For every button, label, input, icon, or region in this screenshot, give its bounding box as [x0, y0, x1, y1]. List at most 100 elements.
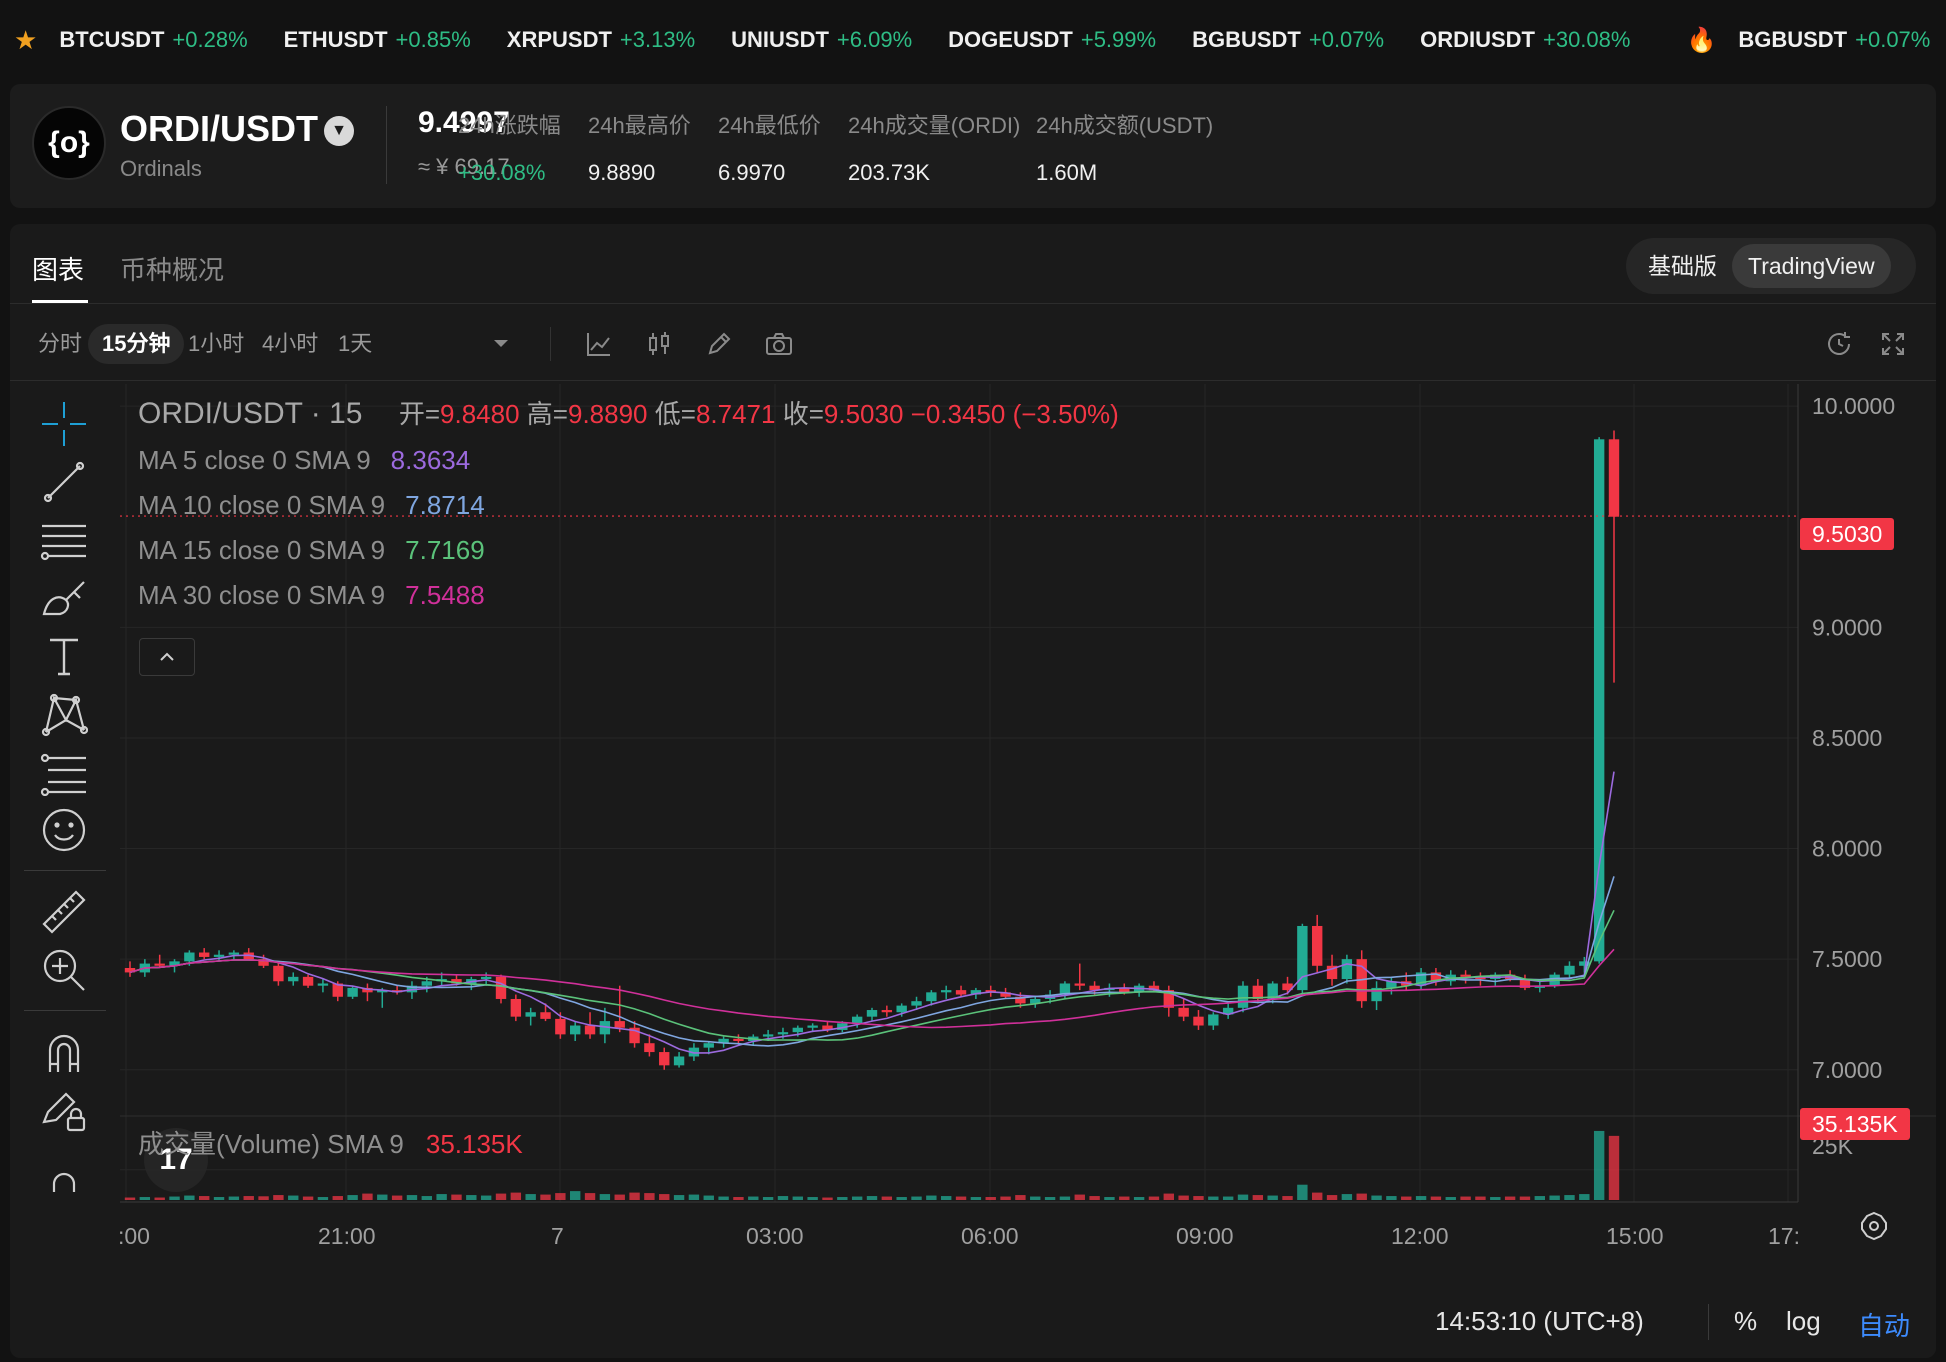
ma-legend-row[interactable]: MA 30 close 0 SMA 9 7.5488: [138, 580, 1119, 611]
more-tools-icon[interactable]: [38, 1142, 90, 1194]
bottom-divider: [1708, 1304, 1709, 1340]
lock-drawing-icon[interactable]: [38, 1084, 90, 1136]
volume-bar: [955, 1196, 967, 1200]
tab-overview[interactable]: 币种概况: [120, 250, 224, 287]
ma-legend-row[interactable]: MA 15 close 0 SMA 9 7.7169: [138, 535, 1119, 566]
ma-label: MA 30 close 0 SMA 9: [138, 580, 386, 610]
fib-tool-icon[interactable]: [38, 746, 90, 798]
candle-body: [1341, 959, 1353, 980]
volume-bar: [881, 1196, 893, 1200]
collapse-legend-button[interactable]: [139, 638, 195, 676]
fire-icon: 🔥: [1686, 26, 1717, 54]
price-tick-label: 8.0000: [1812, 836, 1882, 862]
timeframe-1[interactable]: 15分钟: [88, 324, 185, 364]
volume-bar: [495, 1193, 507, 1200]
last-price-label: 9.5030: [1800, 518, 1895, 550]
chart-clock[interactable]: 14:53:10 (UTC+8): [1435, 1306, 1644, 1337]
volume-bar: [510, 1192, 522, 1200]
pencil-icon[interactable]: [702, 327, 736, 361]
timeframe-2[interactable]: 1小时: [174, 324, 258, 364]
tradingview-button[interactable]: TradingView: [1732, 244, 1891, 288]
panel-tabs: 图表 币种概况 基础版 TradingView: [10, 224, 1936, 304]
chevron-down-icon[interactable]: ▼: [324, 116, 354, 146]
volume-legend: 成交量(Volume) SMA 9 35.135K: [138, 1124, 523, 1161]
ticker-item-ethusdt[interactable]: ETHUSDT +0.85%: [284, 27, 471, 53]
zoom-in-icon[interactable]: [38, 944, 90, 996]
volume-bar: [1089, 1196, 1100, 1200]
legend-close: 9.5030: [823, 399, 904, 429]
camera-icon[interactable]: [762, 327, 796, 361]
candle-body: [317, 983, 329, 986]
tab-chart[interactable]: 图表: [32, 250, 84, 287]
price-tick-label: 9.0000: [1812, 614, 1882, 640]
candle-body: [184, 952, 195, 962]
ma-legend-row[interactable]: MA 5 close 0 SMA 9 8.3634: [138, 445, 1119, 476]
candle-body: [584, 1025, 596, 1035]
volume-bar: [1549, 1195, 1560, 1200]
candle-body: [347, 987, 358, 997]
price-tick-label: 7.0000: [1812, 1057, 1882, 1083]
time-tick-label: 7: [551, 1223, 564, 1249]
candlestick-type-icon[interactable]: [642, 327, 676, 361]
fullscreen-icon[interactable]: [1876, 327, 1910, 361]
history-icon[interactable]: [1822, 327, 1856, 361]
time-tick-label: 21:00: [318, 1223, 376, 1249]
ticker-item-ordiusdt[interactable]: ORDIUSDT +30.08%: [1420, 27, 1630, 53]
volume-bar: [1534, 1196, 1545, 1200]
ticker-item-uniusdt[interactable]: UNIUSDT +6.09%: [731, 27, 912, 53]
brush-icon[interactable]: [38, 572, 90, 624]
log-scale-toggle[interactable]: log: [1786, 1306, 1821, 1337]
emoji-icon[interactable]: [38, 804, 90, 856]
volume-bar: [1222, 1196, 1234, 1200]
stat-4: 24h成交额(USDT) 1.60M: [1036, 108, 1213, 186]
stat-1: 24h最高价 9.8890: [588, 108, 691, 186]
volume-bar: [926, 1195, 937, 1200]
volume-bar: [228, 1196, 240, 1200]
horizontal-lines-icon[interactable]: [38, 514, 90, 566]
time-tick-label: 12:00: [1391, 1223, 1449, 1249]
ticker-item-hot[interactable]: BGBUSDT +0.07%: [1738, 27, 1930, 53]
percent-scale-toggle[interactable]: %: [1734, 1306, 1757, 1337]
chart-panel: 图表 币种概况 基础版 TradingView 分时 15分钟 1小时 4小时 1天: [10, 224, 1936, 1358]
pattern-tool-icon[interactable]: [38, 688, 90, 740]
candle-body: [555, 1018, 566, 1035]
timeframe-4[interactable]: 1天: [324, 324, 386, 364]
ticker-item-btcusdt[interactable]: BTCUSDT +0.28%: [59, 27, 247, 53]
pair-title[interactable]: ORDI/USDT: [120, 108, 318, 150]
timeframe-3[interactable]: 4小时: [248, 324, 332, 364]
ma-legend-row[interactable]: MA 10 close 0 SMA 9 7.8714: [138, 490, 1119, 521]
volume-bar: [792, 1196, 803, 1200]
legend-low: 8.7471: [695, 399, 776, 429]
volume-bar: [377, 1194, 388, 1200]
volume-bar: [273, 1195, 284, 1200]
trend-line-icon[interactable]: [38, 456, 90, 508]
volume-bar: [896, 1197, 907, 1200]
volume-bar: [1104, 1197, 1115, 1200]
ticker-item-xrpusdt[interactable]: XRPUSDT +3.13%: [507, 27, 695, 53]
magnet-icon[interactable]: [38, 1026, 90, 1078]
ruler-icon[interactable]: [38, 886, 90, 938]
ticker-item-bgbusdt[interactable]: BGBUSDT +0.07%: [1192, 27, 1384, 53]
chevron-down-icon[interactable]: [484, 327, 518, 361]
active-tab-indicator: [32, 300, 88, 303]
volume-bar: [1608, 1135, 1620, 1200]
basic-version-button[interactable]: 基础版: [1632, 244, 1733, 288]
ticker-symbol: UNIUSDT: [731, 27, 829, 52]
legend-high-label: 高=: [526, 399, 568, 429]
volume-bar: [985, 1197, 996, 1200]
text-tool-icon[interactable]: [38, 630, 90, 682]
timeframe-0[interactable]: 分时: [24, 324, 96, 364]
ticker-item-dogeusdt[interactable]: DOGEUSDT +5.99%: [948, 27, 1156, 53]
pair-subtitle: Ordinals: [120, 156, 202, 181]
star-icon[interactable]: ★: [14, 25, 37, 56]
candle-body: [302, 976, 314, 986]
volume-bar: [1341, 1194, 1353, 1200]
candle-body: [881, 1010, 893, 1013]
volume-bar: [258, 1196, 269, 1200]
candle-body: [273, 965, 284, 982]
indicator-chart-icon[interactable]: [582, 327, 616, 361]
volume-bar: [807, 1197, 818, 1200]
auto-scale-toggle[interactable]: 自动: [1858, 1306, 1910, 1343]
crosshair-icon[interactable]: [38, 398, 90, 450]
volume-bar: [837, 1197, 848, 1200]
